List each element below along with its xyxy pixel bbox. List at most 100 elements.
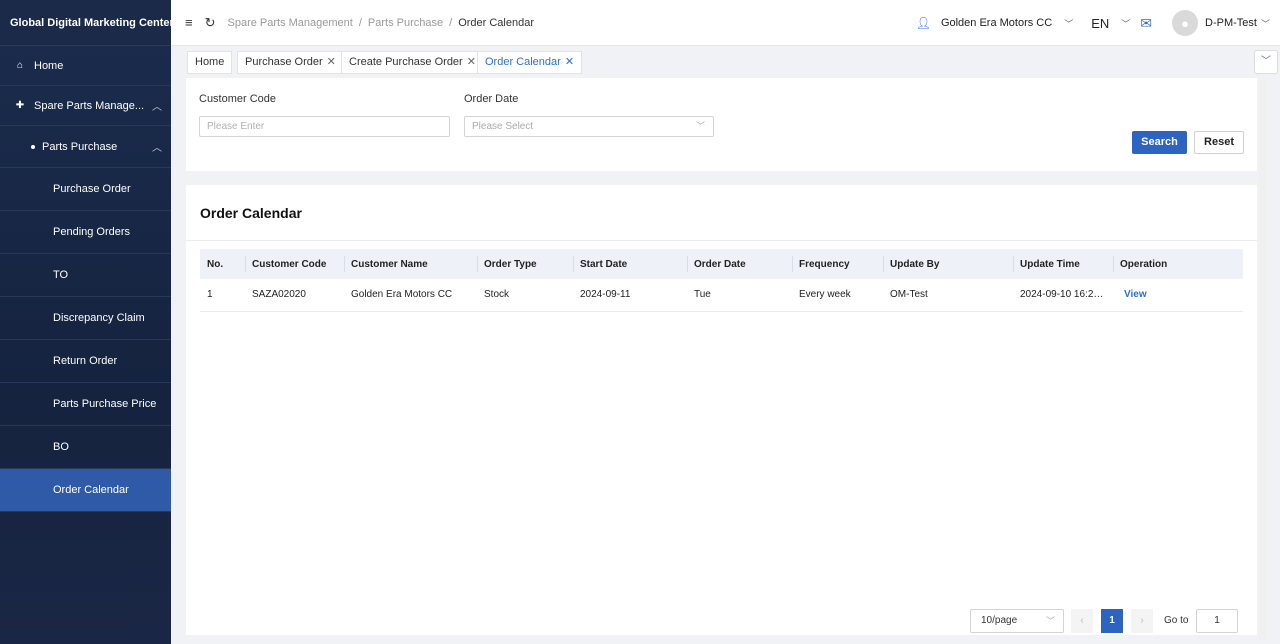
tab-purchase-order[interactable]: Purchase Order ✕ bbox=[237, 51, 344, 74]
column-header: Order Date bbox=[687, 249, 792, 279]
column-header: Update Time bbox=[1013, 249, 1113, 279]
chevron-left-icon: ‹ bbox=[1080, 615, 1084, 626]
page-number-button[interactable]: 1 bbox=[1101, 609, 1123, 633]
sidebar-item-parts-purchase[interactable]: Parts Purchase ︿ bbox=[0, 126, 171, 168]
sidebar-item-pending-orders[interactable]: Pending Orders bbox=[0, 211, 171, 254]
tab-label: Purchase Order bbox=[245, 56, 323, 68]
chevron-right-icon: › bbox=[1140, 615, 1144, 626]
customer-code-label: Customer Code bbox=[199, 93, 277, 105]
view-link[interactable]: View bbox=[1113, 279, 1243, 312]
sidebar-item-label: BO bbox=[53, 441, 69, 453]
order-date-placeholder: Please Select bbox=[472, 121, 534, 132]
breadcrumb-separator: / bbox=[449, 16, 453, 29]
sidebar-item-discrepancy-claim[interactable]: Discrepancy Claim bbox=[0, 297, 171, 340]
customer-code-input[interactable] bbox=[199, 116, 450, 137]
column-header: Start Date bbox=[573, 249, 687, 279]
goto-label: Go to bbox=[1164, 615, 1189, 626]
tab-label: Home bbox=[195, 56, 225, 68]
sidebar-item-to[interactable]: TO bbox=[0, 254, 171, 297]
page-size-value: 10/page bbox=[981, 615, 1018, 626]
cell-frequency: Every week bbox=[792, 279, 883, 312]
sidebar-item-order-calendar[interactable]: Order Calendar bbox=[0, 469, 171, 512]
tab-home[interactable]: Home bbox=[187, 51, 233, 74]
sidebar-item-return-order[interactable]: Return Order bbox=[0, 340, 171, 383]
sidebar-item-label: TO bbox=[53, 269, 69, 281]
sidebar-item-parts-purchase-price[interactable]: Parts Purchase Price bbox=[0, 383, 171, 426]
tab-order-calendar[interactable]: Order Calendar ✕ bbox=[477, 51, 583, 74]
order-date-label: Order Date bbox=[464, 93, 519, 105]
mail-icon[interactable]: ✉ bbox=[1140, 15, 1152, 32]
divider bbox=[186, 240, 1257, 241]
sidebar-item-bo[interactable]: BO bbox=[0, 426, 171, 469]
page-size-select[interactable]: 10/page ﹀ bbox=[970, 609, 1064, 633]
language-select[interactable]: EN bbox=[1091, 16, 1109, 31]
chevron-up-icon: ︿ bbox=[152, 102, 162, 113]
search-button[interactable]: Search bbox=[1132, 131, 1187, 154]
home-icon: ⌂ bbox=[16, 60, 24, 71]
chevron-down-icon[interactable]: ﹀ bbox=[1121, 17, 1130, 30]
reset-button[interactable]: Reset bbox=[1194, 131, 1244, 154]
prev-page-button[interactable]: ‹ bbox=[1071, 609, 1093, 633]
chevron-down-icon: ﹀ bbox=[1261, 56, 1271, 67]
cell-start-date: 2024-09-11 bbox=[573, 279, 687, 312]
refresh-icon[interactable]: ↻ bbox=[205, 15, 216, 31]
user-name[interactable]: D-PM-Test bbox=[1205, 17, 1257, 29]
cell-customer-code: SAZA02020 bbox=[245, 279, 344, 312]
cell-update-time: 2024-09-10 16:2… bbox=[1013, 279, 1113, 312]
close-icon[interactable]: ✕ bbox=[565, 56, 574, 68]
tab-create-purchase-order[interactable]: Create Purchase Order ✕ bbox=[341, 51, 484, 74]
column-header: Customer Name bbox=[344, 249, 477, 279]
sidebar: Global Digital Marketing Center ⌂ Home ✚… bbox=[0, 0, 174, 644]
close-icon[interactable]: ✕ bbox=[327, 56, 336, 68]
breadcrumb-item[interactable]: Spare Parts Management bbox=[228, 17, 353, 29]
column-header: Update By bbox=[883, 249, 1013, 279]
scrollbar[interactable] bbox=[1259, 80, 1267, 640]
bullet-icon bbox=[31, 144, 35, 149]
plus-circle-icon: ✚ bbox=[15, 100, 25, 111]
cell-customer-name: Golden Era Motors CC bbox=[344, 279, 477, 312]
cell-order-date: Tue bbox=[687, 279, 792, 312]
breadcrumb-separator: / bbox=[358, 16, 362, 29]
sidebar-item-spare-parts[interactable]: ✚ Spare Parts Manage... ︿ bbox=[0, 86, 171, 126]
tab-label: Order Calendar bbox=[485, 56, 561, 68]
sidebar-item-label: Purchase Order bbox=[53, 183, 131, 195]
next-page-button[interactable]: › bbox=[1131, 609, 1153, 633]
order-calendar-table: No. Customer Code Customer Name Order Ty… bbox=[200, 249, 1243, 312]
sidebar-item-label: Pending Orders bbox=[53, 226, 131, 238]
table-row: 1 SAZA02020 Golden Era Motors CC Stock 2… bbox=[200, 279, 1243, 312]
order-date-select[interactable]: Please Select ﹀ bbox=[464, 116, 714, 137]
breadcrumb-item[interactable]: Parts Purchase bbox=[368, 17, 443, 29]
sidebar-item-purchase-order[interactable]: Purchase Order bbox=[0, 168, 171, 211]
tabs-dropdown-button[interactable]: ﹀ bbox=[1254, 50, 1278, 74]
filter-panel: Customer Code Order Date Please Select ﹀… bbox=[186, 78, 1257, 171]
menu-toggle-icon[interactable]: ≡ bbox=[185, 15, 193, 30]
column-header: Order Type bbox=[477, 249, 573, 279]
breadcrumb: Spare Parts Management / Parts Purchase … bbox=[228, 17, 535, 29]
goto-page-input[interactable]: 1 bbox=[1196, 609, 1238, 633]
header-right: 👤︎ Golden Era Motors CC ﹀ EN ﹀ ✉ ● D-PM-… bbox=[916, 0, 1280, 46]
close-icon[interactable]: ✕ bbox=[467, 56, 476, 68]
user-icon: 👤︎ bbox=[915, 16, 931, 30]
sidebar-item-label: Return Order bbox=[53, 355, 118, 367]
column-header: Customer Code bbox=[245, 249, 344, 279]
sidebar-item-label: Home bbox=[34, 59, 64, 72]
cell-order-type: Stock bbox=[477, 279, 573, 312]
sidebar-item-label: Parts Purchase bbox=[42, 140, 118, 153]
cell-update-by: OM-Test bbox=[883, 279, 1013, 312]
page-title: Order Calendar bbox=[200, 205, 302, 221]
avatar[interactable]: ● bbox=[1172, 10, 1199, 36]
sidebar-item-label: Parts Purchase Price bbox=[53, 398, 157, 410]
tab-label: Create Purchase Order bbox=[349, 56, 463, 68]
sidebar-item-home[interactable]: ⌂ Home bbox=[0, 46, 171, 86]
chevron-down-icon[interactable]: ﹀ bbox=[1064, 17, 1073, 30]
top-header: ≡ ↻ Spare Parts Management / Parts Purch… bbox=[171, 0, 1280, 46]
sidebar-item-label: Order Calendar bbox=[53, 484, 129, 496]
tabs-bar: Home Purchase Order ✕ Create Purchase Ord… bbox=[171, 46, 1280, 78]
dealer-select[interactable]: Golden Era Motors CC bbox=[941, 17, 1052, 29]
chevron-down-icon: ﹀ bbox=[695, 121, 705, 131]
cell-no: 1 bbox=[200, 279, 245, 312]
chevron-down-icon[interactable]: ﹀ bbox=[1261, 17, 1270, 30]
app-title: Global Digital Marketing Center bbox=[0, 0, 174, 46]
sidebar-item-label: Discrepancy Claim bbox=[53, 312, 145, 324]
column-header: Frequency bbox=[792, 249, 883, 279]
